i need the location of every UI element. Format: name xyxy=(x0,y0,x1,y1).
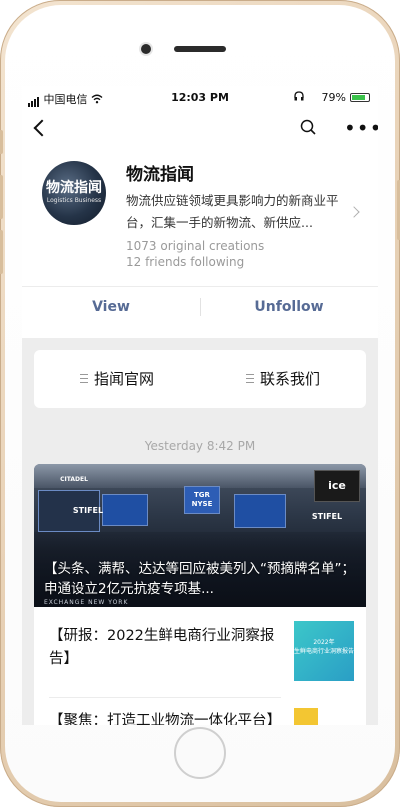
trading-post-screen xyxy=(102,494,148,526)
article-thumbnail: 2022年 生鲜电商行业洞察报告 xyxy=(294,621,354,681)
profile-card: 物流指闻 Logistics Business 物流指闻 物流供应链领域更具影响… xyxy=(22,146,378,338)
sign-label: STIFEL xyxy=(311,512,343,521)
volume-up-button xyxy=(0,175,3,219)
hero-caption: EXCHANGE NEW YORK xyxy=(44,599,129,606)
menu-item-label: 指闻官网 xyxy=(93,370,154,388)
friends-following-count[interactable]: 12 friends following xyxy=(126,255,244,269)
headphones-icon xyxy=(294,91,304,104)
more-icon[interactable]: ••• xyxy=(344,118,378,138)
volume-down-button xyxy=(0,230,3,274)
thumbnail-year: 2022年 xyxy=(313,639,335,646)
menu-list-icon xyxy=(245,374,254,383)
account-menu: 指闻官网 联系我们 xyxy=(34,350,366,408)
nyse-sign: TGR NYSE xyxy=(184,486,220,514)
menu-item-label: 联系我们 xyxy=(259,370,320,388)
sign-label: TGR xyxy=(194,491,210,499)
chevron-right-icon[interactable] xyxy=(348,206,360,218)
hero-article-title: 【头条、满帮、达达等回应被美列入“预摘牌名单”；申通设立2亿元抗疫专项基... xyxy=(44,561,355,597)
battery-icon xyxy=(350,93,370,102)
thumbnail-text: 2022年 生鲜电商行业洞察报告 xyxy=(294,638,354,656)
hero-article[interactable]: TGR NYSE ice STIFEL STIFEL CITADEL 【头条、满… xyxy=(34,464,366,607)
menu-list-icon xyxy=(79,374,88,383)
mute-switch xyxy=(0,130,3,154)
article-title[interactable]: 【聚焦：打造工业物流一体化平台】 xyxy=(49,710,279,725)
original-creations-count: 1073 original creations xyxy=(126,239,265,253)
article-thumbnail[interactable] xyxy=(294,708,354,725)
front-camera xyxy=(141,44,151,54)
divider xyxy=(49,697,281,698)
post-timestamp: Yesterday 8:42 PM xyxy=(144,439,256,453)
battery-percent: 79% xyxy=(321,91,346,104)
menu-item-official-site[interactable]: 指闻官网 xyxy=(34,350,200,408)
sign-label: NYSE xyxy=(191,500,213,508)
status-bar: 中国电信 12:03 PM 79% xyxy=(22,86,378,110)
avatar[interactable]: 物流指闻 Logistics Business xyxy=(42,161,106,225)
view-button[interactable]: View xyxy=(22,292,200,322)
account-description[interactable]: 物流供应链领域更具影响力的新商业平台，汇集一手的新物流、新供应... xyxy=(126,190,348,234)
article-title: 【研报：2022生鲜电商行业洞察报告】 xyxy=(49,628,275,667)
sign-label: CITADEL xyxy=(60,476,88,483)
trading-post-screen xyxy=(234,494,286,528)
sign-label: ice xyxy=(328,479,346,492)
thumbnail-caption: 生鲜电商行业洞察报告 xyxy=(294,648,355,655)
home-button[interactable] xyxy=(174,727,226,779)
article-card: TGR NYSE ice STIFEL STIFEL CITADEL 【头条、满… xyxy=(34,464,366,725)
sign-label: STIFEL xyxy=(72,506,104,515)
avatar-logo-subtext: Logistics Business xyxy=(46,197,102,204)
earpiece-speaker xyxy=(174,46,226,52)
search-icon[interactable] xyxy=(300,119,316,135)
nav-bar: ••• xyxy=(22,110,378,146)
divider xyxy=(22,286,378,287)
list-item[interactable]: 【研报：2022生鲜电商行业洞察报告】 2022年 生鲜电商行业洞察报告 xyxy=(34,607,366,697)
screen: 中国电信 12:03 PM 79% ••• 物流指闻 Logistics xyxy=(22,86,378,725)
account-name: 物流指闻 xyxy=(126,165,194,185)
unfollow-button[interactable]: Unfollow xyxy=(200,292,378,322)
back-icon[interactable] xyxy=(33,119,51,137)
menu-item-contact-us[interactable]: 联系我们 xyxy=(200,350,366,408)
ice-sign: ice xyxy=(314,470,360,502)
avatar-logo-text: 物流指闻 xyxy=(46,180,102,196)
